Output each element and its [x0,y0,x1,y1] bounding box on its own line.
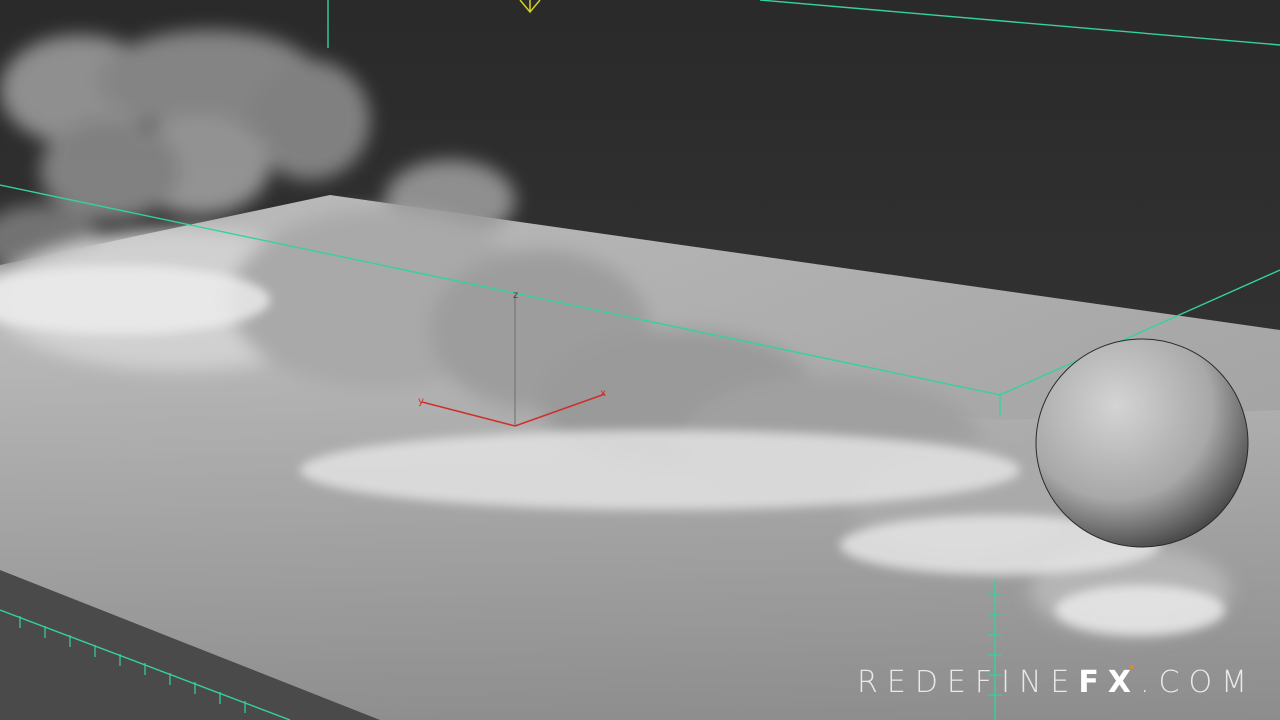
watermark-part-fx: FX [1078,665,1141,700]
viewport-scene[interactable]: z x y [0,0,1280,720]
gizmo-label-x: x [600,388,606,399]
gizmo-label-z: z [513,290,518,301]
watermark-logo: REDEFINEFX.COM [857,668,1256,698]
sphere-collider [1035,338,1249,548]
watermark-part-redefine: REDEFINE [857,665,1079,700]
watermark-part-com: .COM [1140,665,1256,700]
gizmo-label-y: y [418,396,424,407]
3d-viewport[interactable]: z x y REDEFINEFX.COM [0,0,1280,720]
